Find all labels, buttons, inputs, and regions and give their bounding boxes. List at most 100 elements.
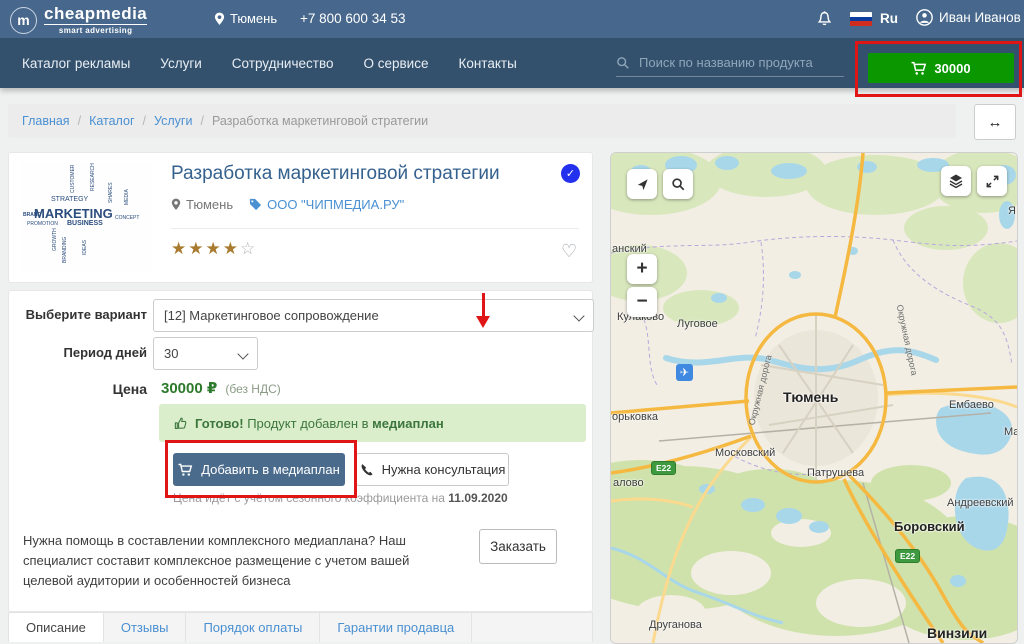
rating-stars[interactable]: ★★★★☆	[171, 239, 257, 259]
map-place-label: Московский	[715, 447, 775, 459]
logo-text: cheapmedia smart advertising	[44, 5, 147, 35]
verified-badge-icon: ✓	[561, 164, 580, 183]
chevron-down-icon	[573, 310, 584, 321]
cloud-word: STRATEGY	[51, 196, 88, 203]
star-full-icon: ★	[188, 239, 205, 258]
phone-number[interactable]: +7 800 600 34 53	[300, 11, 405, 26]
language-switcher[interactable]: Ru	[880, 11, 898, 26]
map-place-label: алово	[613, 477, 644, 489]
map-search-button[interactable]	[663, 169, 693, 199]
add-to-mediaplan-button[interactable]: Добавить в медиаплан	[173, 453, 345, 486]
period-select[interactable]: 30	[153, 337, 258, 370]
product-card: MARKETINGSTRATEGYBUSINESSPROMOTIONCONCEP…	[8, 152, 593, 283]
nav-item[interactable]: О сервисе	[363, 56, 428, 71]
nav-item[interactable]: Сотрудничество	[232, 56, 334, 71]
city-selector[interactable]: Тюмень	[214, 11, 277, 26]
divider	[171, 228, 579, 229]
product-image[interactable]: MARKETINGSTRATEGYBUSINESSPROMOTIONCONCEP…	[21, 163, 151, 271]
map-place-label: Винзили	[927, 625, 987, 641]
cart-button[interactable]: 30000	[868, 53, 1014, 83]
order-button[interactable]: Заказать	[479, 529, 557, 564]
user-account[interactable]: Иван Иванов	[916, 9, 1021, 26]
search-input[interactable]	[637, 54, 831, 71]
breadcrumb-separator: /	[200, 114, 203, 128]
cloud-word: CUSTOMER	[71, 164, 76, 193]
tab-active[interactable]: Описание	[9, 613, 104, 642]
map-layers-button[interactable]	[941, 166, 971, 196]
map-fullscreen-button[interactable]	[977, 166, 1007, 196]
variant-value: [12] Маркетинговое сопровождение	[164, 308, 379, 323]
geolocation-button[interactable]	[627, 169, 657, 199]
cloud-word: SHARES	[109, 182, 114, 203]
nav-item[interactable]: Каталог рекламы	[22, 56, 130, 71]
map-zoom-out-button[interactable]: −	[627, 287, 657, 317]
product-meta: Тюмень ООО "ЧИПМЕДИА.РУ"	[171, 197, 404, 212]
content-tabs: ОписаниеОтзывыПорядок оплатыГарантии про…	[8, 612, 593, 642]
top-header: m cheapmedia smart advertising Тюмень +7…	[0, 0, 1024, 38]
star-full-icon: ★	[223, 239, 240, 258]
user-icon	[916, 9, 933, 26]
cloud-word: GROWTH	[53, 228, 58, 251]
map-place-label: Тюмень	[783, 389, 838, 405]
expand-icon: ↔	[988, 114, 1003, 131]
city-label: Тюмень	[230, 11, 277, 26]
cloud-word: BRAND	[23, 213, 41, 218]
star-full-icon: ★	[206, 239, 223, 258]
cart-icon	[178, 463, 193, 477]
cloud-word: IDEAS	[83, 240, 88, 255]
tab-link[interactable]: Порядок оплаты	[186, 613, 320, 642]
map-place-label: Боровский	[894, 519, 965, 534]
add-button-label: Добавить в медиаплан	[201, 462, 340, 477]
search-box	[616, 54, 844, 77]
map-place-label: Ембаево	[949, 399, 994, 411]
geolocation-arrow-icon	[635, 177, 650, 192]
map-place-label: Патрушева	[807, 467, 864, 479]
cloud-word: MEDIA	[125, 189, 130, 205]
consultation-button[interactable]: Нужна консультация	[356, 453, 509, 486]
product-city: Тюмень	[171, 197, 233, 212]
breadcrumb-link[interactable]: Каталог	[89, 114, 134, 128]
cart-total: 30000	[934, 61, 970, 76]
fullscreen-arrows-icon	[985, 174, 1000, 189]
breadcrumb-separator: /	[78, 114, 81, 128]
map-place-label: Друганова	[649, 619, 702, 631]
breadcrumb-link[interactable]: Услуги	[154, 114, 192, 128]
tag-icon	[249, 198, 262, 211]
map-zoom-in-button[interactable]: +	[627, 254, 657, 284]
tab-link[interactable]: Гарантии продавца	[320, 613, 472, 642]
nav-item[interactable]: Контакты	[458, 56, 516, 71]
variant-label: Выберите вариант	[9, 307, 147, 322]
notifications-bell-icon[interactable]	[816, 10, 833, 33]
help-text: Нужна помощь в составлении комплексного …	[23, 531, 455, 591]
toggle-width-button[interactable]: ↔	[974, 104, 1016, 140]
tab-link[interactable]: Отзывы	[104, 613, 187, 642]
success-message: Готово! Продукт добавлен в медиаплан	[159, 404, 586, 442]
logo-name: cheapmedia	[44, 5, 147, 25]
success-text: Продукт добавлен в	[247, 416, 368, 431]
map-place-label: Я	[1008, 205, 1016, 217]
location-pin-icon	[171, 198, 181, 211]
cloud-word: MARKETING	[34, 207, 113, 220]
order-button-label: Заказать	[490, 539, 546, 554]
product-title: Разработка маркетинговой стратегии	[171, 163, 500, 185]
company-link[interactable]: ООО "ЧИПМЕДИА.РУ"	[249, 197, 404, 212]
map-place-label: орьковка	[612, 411, 658, 423]
success-bold: Готово!	[195, 416, 244, 431]
breadcrumb-current: Разработка маркетинговой стратегии	[212, 114, 428, 128]
success-bold2: медиаплан	[372, 416, 444, 431]
favorite-heart-icon[interactable]: ♡	[561, 241, 577, 262]
map-place-label: Андреевский	[947, 497, 1014, 509]
map-panel[interactable]: анскийКулаковоЛуговоеорьковкаТюменьЕмбае…	[610, 152, 1018, 644]
cloud-word: BUSINESS	[67, 220, 103, 227]
season-date: 11.09.2020	[448, 491, 507, 505]
user-name: Иван Иванов	[939, 10, 1021, 25]
variant-select[interactable]: [12] Маркетинговое сопровождение	[153, 299, 594, 332]
consult-button-label: Нужна консультация	[382, 462, 506, 477]
breadcrumb-link[interactable]: Главная	[22, 114, 70, 128]
route-badge: E22	[895, 549, 920, 563]
russian-flag-icon[interactable]	[850, 12, 872, 26]
map-place-label: Ма	[1004, 426, 1018, 438]
cloud-word: BRANDING	[63, 237, 68, 263]
nav-item[interactable]: Услуги	[160, 56, 202, 71]
logo[interactable]: m cheapmedia smart advertising	[10, 5, 147, 35]
